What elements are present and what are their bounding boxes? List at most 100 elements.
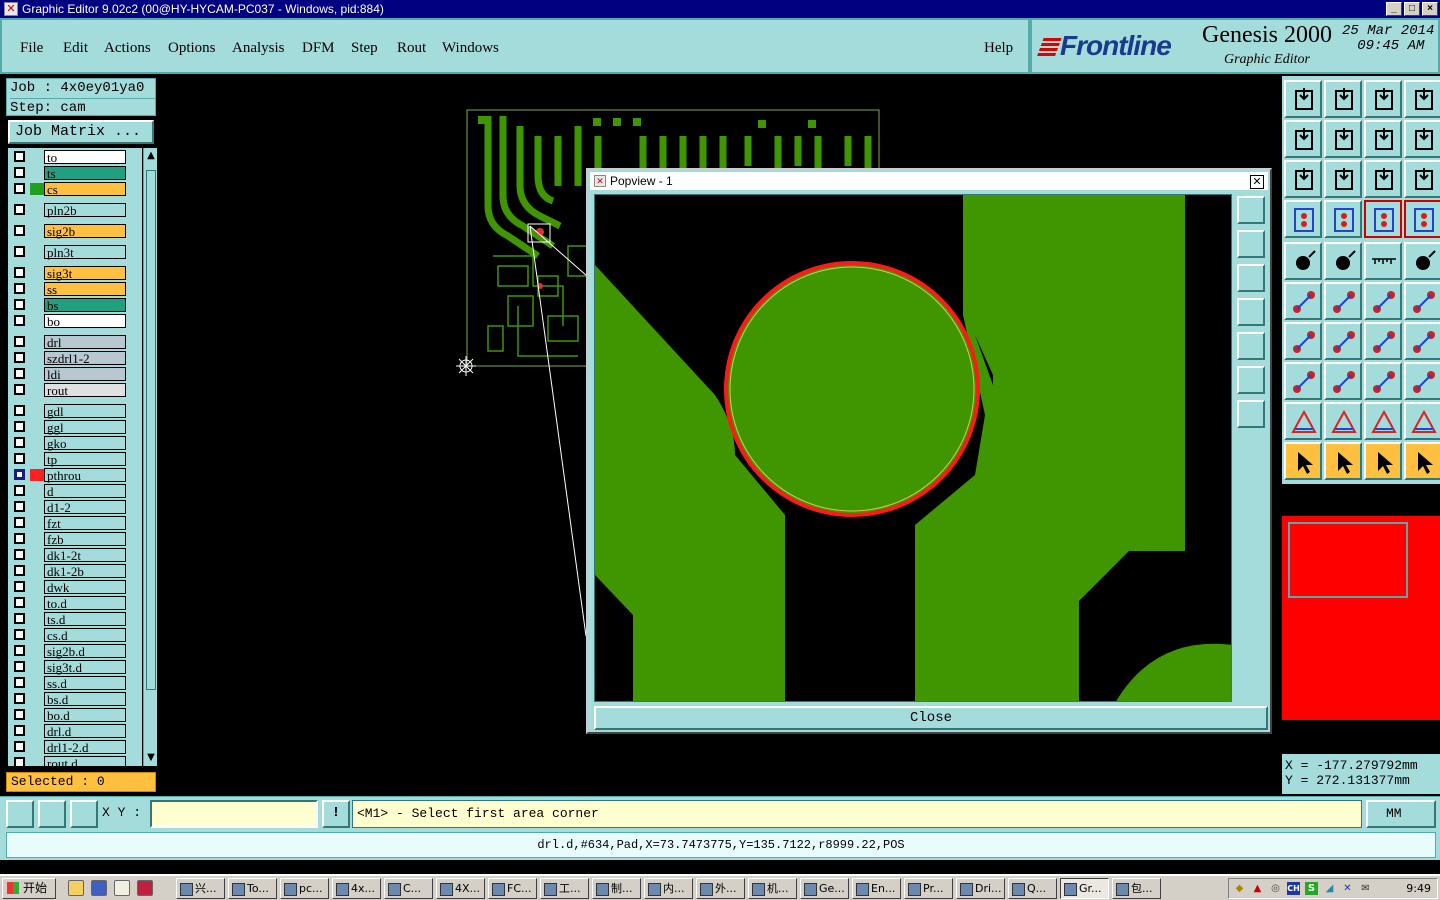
layer-name[interactable]: drl (44, 335, 126, 350)
layer-name[interactable]: dk1-2t (44, 548, 126, 563)
layer-row-to-d[interactable]: to.d (8, 596, 142, 611)
quicklaunch-icon[interactable] (137, 880, 153, 896)
layer-name[interactable]: gdl (44, 404, 126, 419)
layer-row-pln2b[interactable]: pln2b (8, 203, 142, 218)
horizontal-line-icon[interactable] (1324, 362, 1362, 400)
layer-name[interactable]: pln3t (44, 245, 126, 260)
taskbar-button[interactable]: pc... (280, 878, 329, 899)
layer-checkbox[interactable] (14, 183, 25, 194)
job-matrix-button[interactable]: Job Matrix ... (8, 120, 154, 144)
pointer-alt-icon[interactable] (1364, 442, 1402, 480)
tray-icon[interactable]: CH (1287, 882, 1300, 895)
layer-checkbox[interactable] (14, 167, 25, 178)
layer-checkbox[interactable] (14, 661, 25, 672)
layer-row-ldi[interactable]: ldi (8, 367, 142, 382)
layer-name[interactable]: szdrl1-2 (44, 351, 126, 366)
popview-pan-right-icon[interactable] (1237, 332, 1265, 360)
layer-row-drl[interactable]: drl (8, 335, 142, 350)
node-edit-icon[interactable] (1284, 282, 1322, 320)
taskbar-button[interactable]: Ge... (800, 878, 849, 899)
layer-checkbox[interactable] (14, 741, 25, 752)
layer-name[interactable]: pln2b (44, 203, 126, 218)
layer-name[interactable]: to.d (44, 596, 126, 611)
pad-blue-icon[interactable] (1404, 362, 1440, 400)
layer-name[interactable]: ldi (44, 367, 126, 382)
tray-icon[interactable]: ✕ (1341, 882, 1354, 895)
add-line-red-icon[interactable] (1324, 242, 1362, 280)
layer-name[interactable]: cs✎ (44, 182, 126, 197)
layer-checkbox[interactable] (14, 709, 25, 720)
layer-checkbox[interactable] (14, 517, 25, 528)
layer-row-bs-d[interactable]: bs.d✎ (8, 692, 142, 707)
layer-checkbox[interactable] (14, 597, 25, 608)
center-icon[interactable] (1324, 160, 1362, 198)
layer-checkbox[interactable] (14, 352, 25, 363)
angle-line-icon[interactable] (1284, 322, 1322, 360)
layer-checkbox[interactable] (14, 469, 25, 480)
menu-file[interactable]: File (20, 40, 43, 57)
layer-checkbox[interactable] (14, 225, 25, 236)
popview-zoom-icon[interactable] (1237, 196, 1265, 224)
settings-icon[interactable] (1284, 200, 1322, 238)
move-node2-icon[interactable] (1404, 282, 1440, 320)
add-pad-icon[interactable] (1284, 242, 1322, 280)
move-node-icon[interactable] (1364, 282, 1402, 320)
layer-red2-icon[interactable] (1404, 200, 1440, 238)
ruler-icon[interactable] (1364, 242, 1402, 280)
layer-name[interactable]: dk1-2b (44, 564, 126, 579)
layer-checkbox[interactable] (14, 613, 25, 624)
layer-red-icon[interactable] (1364, 200, 1402, 238)
layer-name[interactable]: sig2b✎ (44, 224, 126, 239)
layer-name[interactable]: rout.d (44, 756, 126, 766)
layer-checkbox[interactable] (14, 315, 25, 326)
layer-checkbox[interactable] (14, 151, 25, 162)
layer-checkbox[interactable] (14, 405, 25, 416)
layer-row-dk1-2t[interactable]: dk1-2t (8, 548, 142, 563)
help-icon[interactable] (1404, 160, 1440, 198)
layer-checkbox[interactable] (14, 581, 25, 592)
layer-name[interactable]: bs✎ (44, 298, 126, 313)
grid-icon[interactable] (70, 800, 98, 828)
selected-drill-pad[interactable] (724, 261, 980, 517)
layer-row-sig2b-d[interactable]: sig2b.d✎ (8, 644, 142, 659)
pad-add-icon[interactable] (1284, 362, 1322, 400)
layer-name[interactable]: dwk (44, 580, 126, 595)
layer-row-cs-d[interactable]: cs.d✎ (8, 628, 142, 643)
popview-zoom-in-icon[interactable] (1237, 366, 1265, 394)
layer-checkbox[interactable] (14, 283, 25, 294)
layer-name[interactable]: d (44, 484, 126, 499)
import-icon[interactable] (1324, 80, 1362, 118)
layer-checkbox[interactable] (14, 629, 25, 640)
taskbar-button[interactable]: Gr... (1060, 878, 1109, 899)
layer-checkbox[interactable] (14, 725, 25, 736)
layer-name[interactable]: fzb (44, 532, 126, 547)
taskbar-button[interactable]: Q... (1008, 878, 1057, 899)
layer-row-gdl[interactable]: gdl (8, 404, 142, 419)
start-button[interactable]: 开始 (2, 878, 56, 899)
tray-icon[interactable]: ▲ (1251, 882, 1264, 895)
arch-blue-icon[interactable] (1404, 402, 1440, 440)
close-window-button[interactable]: × (1422, 2, 1438, 16)
layer-checkbox[interactable] (14, 384, 25, 395)
layer-row-bo[interactable]: bo (8, 314, 142, 329)
layer-row-bo-d[interactable]: bo.d (8, 708, 142, 723)
snap-icon[interactable] (6, 800, 34, 828)
layer-name[interactable]: bo (44, 314, 126, 329)
taskbar-button[interactable]: C... (384, 878, 433, 899)
layer-name[interactable]: ss.d✎ (44, 676, 126, 691)
layer-checkbox[interactable] (14, 204, 25, 215)
tray-icon[interactable]: S (1305, 882, 1318, 895)
layer-checkbox[interactable] (14, 368, 25, 379)
taskbar-button[interactable]: 4x... (332, 878, 381, 899)
menu-help[interactable]: Help (984, 40, 1013, 57)
layer-checkbox[interactable] (14, 336, 25, 347)
taskbar-button[interactable]: To... (228, 878, 277, 899)
layer-row-fzb[interactable]: fzb (8, 532, 142, 547)
layer-row-cs[interactable]: cs✎ (8, 182, 142, 197)
slope-line-icon[interactable] (1324, 322, 1362, 360)
layer-row-ss[interactable]: ss✎ (8, 282, 142, 297)
measure-span-icon[interactable] (1364, 362, 1402, 400)
pointer-icon[interactable] (1284, 442, 1322, 480)
layer-row-ss-d[interactable]: ss.d✎ (8, 676, 142, 691)
menu-edit[interactable]: Edit (63, 40, 88, 57)
